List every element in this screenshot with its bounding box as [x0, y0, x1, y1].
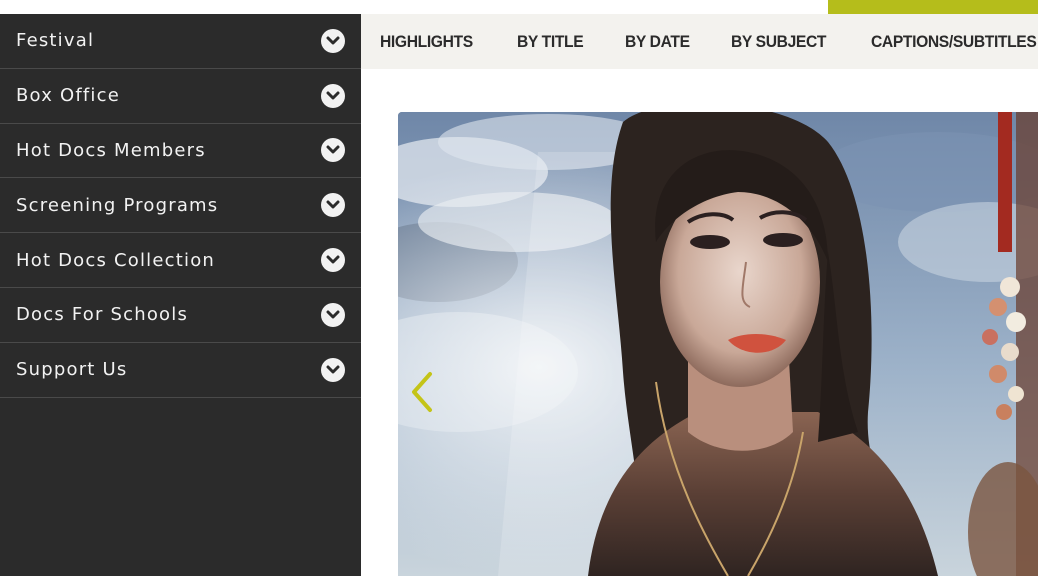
- tab-by-date[interactable]: BY DATE: [625, 32, 690, 52]
- sidebar-item-support-us[interactable]: Support Us: [0, 343, 361, 398]
- top-accent-bar: [828, 0, 1038, 14]
- chevron-left-icon: [412, 372, 432, 412]
- sidebar-item-label: Box Office: [16, 85, 120, 107]
- sidebar-item-label: Hot Docs Members: [16, 139, 206, 161]
- sidebar-item-festival[interactable]: Festival: [0, 14, 361, 69]
- sidebar-menu: Festival Box Office Hot Docs Members Scr…: [0, 14, 361, 398]
- sidebar-item-screening-programs[interactable]: Screening Programs: [0, 178, 361, 234]
- sidebar: Festival Box Office Hot Docs Members Scr…: [0, 14, 361, 576]
- chevron-circle-down-icon[interactable]: [321, 28, 345, 53]
- carousel-prev-button[interactable]: [408, 370, 438, 414]
- sidebar-item-label: Screening Programs: [16, 194, 219, 216]
- chevron-circle-down-icon[interactable]: [321, 248, 345, 273]
- tab-captions-subtitles[interactable]: CAPTIONS/SUBTITLES: [871, 32, 1037, 52]
- tab-by-title[interactable]: BY TITLE: [517, 32, 584, 52]
- sub-navigation: HIGHLIGHTS BY TITLE BY DATE BY SUBJECT C…: [361, 14, 1038, 69]
- chevron-circle-down-icon[interactable]: [321, 193, 345, 218]
- sidebar-item-hot-docs-collection[interactable]: Hot Docs Collection: [0, 233, 361, 288]
- sidebar-item-label: Docs For Schools: [16, 304, 189, 326]
- chevron-circle-down-icon[interactable]: [321, 83, 345, 108]
- sidebar-item-label: Support Us: [16, 359, 128, 381]
- sidebar-item-docs-for-schools[interactable]: Docs For Schools: [0, 288, 361, 343]
- chevron-circle-down-icon[interactable]: [321, 357, 345, 382]
- sidebar-item-box-office[interactable]: Box Office: [0, 69, 361, 124]
- sidebar-item-hot-docs-members[interactable]: Hot Docs Members: [0, 124, 361, 179]
- tab-highlights[interactable]: HIGHLIGHTS: [380, 32, 473, 52]
- chevron-circle-down-icon[interactable]: [321, 302, 345, 327]
- sidebar-item-label: Festival: [16, 30, 95, 52]
- chevron-circle-down-icon[interactable]: [321, 138, 345, 163]
- hero-photo-illustration: [398, 112, 1038, 576]
- sidebar-item-label: Hot Docs Collection: [16, 249, 216, 271]
- hero-carousel-image: [398, 112, 1038, 576]
- tab-by-subject[interactable]: BY SUBJECT: [731, 32, 826, 52]
